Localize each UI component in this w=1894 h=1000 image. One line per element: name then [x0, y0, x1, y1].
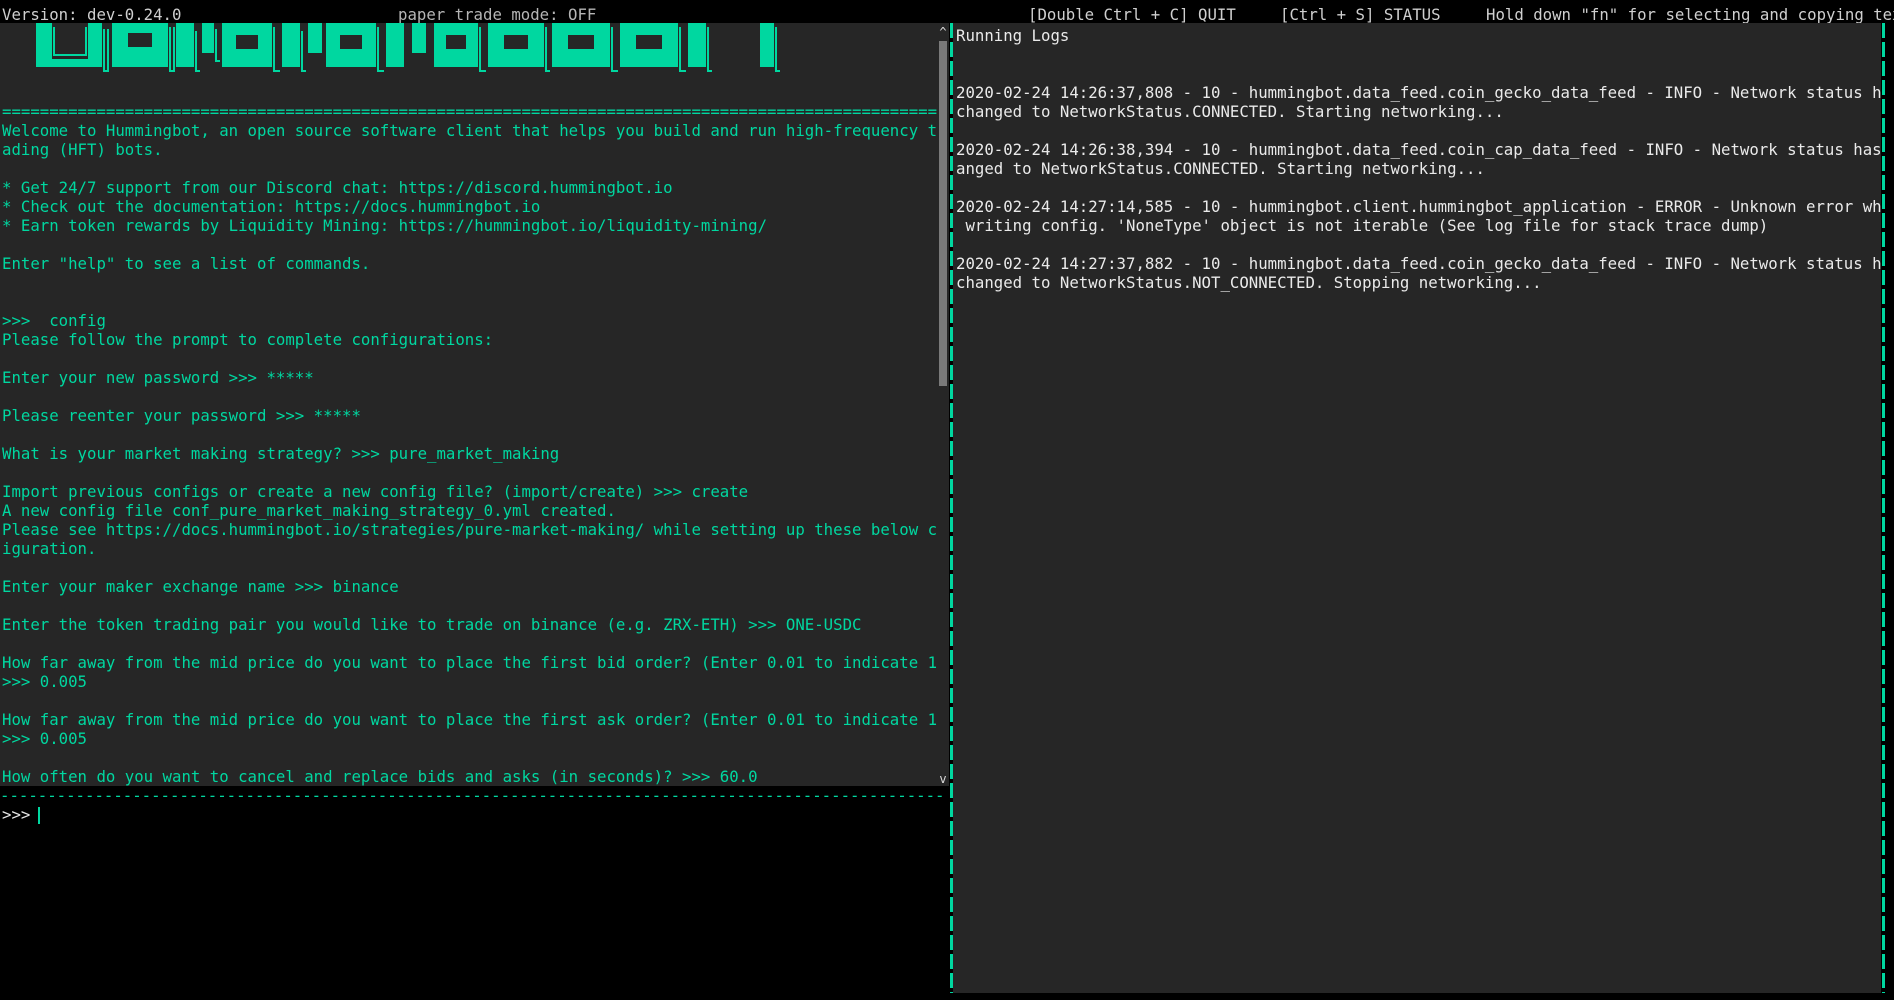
top-status-bar: Version: dev-0.24.0 paper_trade_mode: OF…	[0, 0, 1894, 23]
log-line: anged to NetworkStatus.CONNECTED. Starti…	[956, 159, 1485, 178]
log-line: 2020-02-24 14:27:37,882 - 10 - hummingbo…	[956, 254, 1881, 273]
output-line: How far away from the mid price do you w…	[2, 653, 937, 672]
output-line: Please see https://docs.hummingbot.io/st…	[2, 520, 937, 539]
log-line: 2020-02-24 14:26:38,394 - 10 - hummingbo…	[956, 140, 1881, 159]
output-line: Please follow the prompt to complete con…	[2, 330, 494, 349]
output-line: Welcome to Hummingbot, an open source so…	[2, 121, 937, 140]
output-line: How often do you want to cancel and repl…	[2, 767, 758, 786]
text-cursor	[38, 807, 40, 824]
output-line: Enter your new password >>> *****	[2, 368, 314, 387]
quit-hint: [Double Ctrl + C] QUIT	[1028, 5, 1236, 23]
output-line: Please reenter your password >>> *****	[2, 406, 361, 425]
running-logs-pane[interactable]: Running Logs 2020-02-24 14:26:37,808 - 1…	[953, 23, 1881, 993]
input-divider: ----------------------------------------…	[0, 786, 947, 805]
paper-trade-mode-label: paper_trade_mode: OFF	[398, 5, 597, 23]
hummingbot-ascii-logo	[36, 23, 780, 72]
output-line: Enter "help" to see a list of commands.	[2, 254, 371, 273]
command-input-pane[interactable]: >>>	[0, 805, 947, 1000]
output-line: iguration.	[2, 539, 97, 558]
log-line: changed to NetworkStatus.NOT_CONNECTED. …	[956, 273, 1542, 292]
output-line: How far away from the mid price do you w…	[2, 710, 937, 729]
output-line: >>> config	[2, 311, 106, 330]
output-line: * Earn token rewards by Liquidity Mining…	[2, 216, 768, 235]
running-logs-title: Running Logs	[956, 26, 1070, 45]
output-line: >>> 0.005	[2, 672, 88, 691]
output-scrollbar[interactable]: ^ v	[937, 23, 949, 786]
output-log: ========================================…	[2, 102, 937, 786]
scroll-up-arrow-icon[interactable]: ^	[937, 25, 949, 39]
output-line: >>> 0.005	[2, 729, 88, 748]
scroll-down-arrow-icon[interactable]: v	[937, 772, 949, 786]
status-hint: [Ctrl + S] STATUS	[1280, 5, 1441, 23]
output-line: Enter your maker exchange name >>> binan…	[2, 577, 399, 596]
running-logs-list: 2020-02-24 14:26:37,808 - 10 - hummingbo…	[956, 64, 1881, 292]
output-line: * Get 24/7 support from our Discord chat…	[2, 178, 673, 197]
scrollbar-thumb[interactable]	[939, 41, 947, 386]
copy-text-hint: Hold down "fn" for selecting and copying…	[1486, 5, 1894, 23]
log-pane-border	[1882, 23, 1885, 993]
log-line: writing config. 'NoneType' object is not…	[956, 216, 1769, 235]
log-line: 2020-02-24 14:27:14,585 - 10 - hummingbo…	[956, 197, 1881, 216]
output-line: * Check out the documentation: https://d…	[2, 197, 541, 216]
log-line: changed to NetworkStatus.CONNECTED. Star…	[956, 102, 1504, 121]
output-line: A new config file conf_pure_market_makin…	[2, 501, 616, 520]
command-prompt: >>>	[2, 805, 31, 824]
output-line: What is your market making strategy? >>>…	[2, 444, 560, 463]
output-line: Enter the token trading pair you would l…	[2, 615, 862, 634]
output-line: ading (HFT) bots.	[2, 140, 163, 159]
output-line: Import previous configs or create a new …	[2, 482, 749, 501]
version-label: Version: dev-0.24.0	[2, 5, 182, 23]
output-line: ========================================…	[2, 102, 937, 121]
log-line: 2020-02-24 14:26:37,808 - 10 - hummingbo…	[956, 83, 1881, 102]
output-pane[interactable]: ========================================…	[0, 23, 937, 786]
